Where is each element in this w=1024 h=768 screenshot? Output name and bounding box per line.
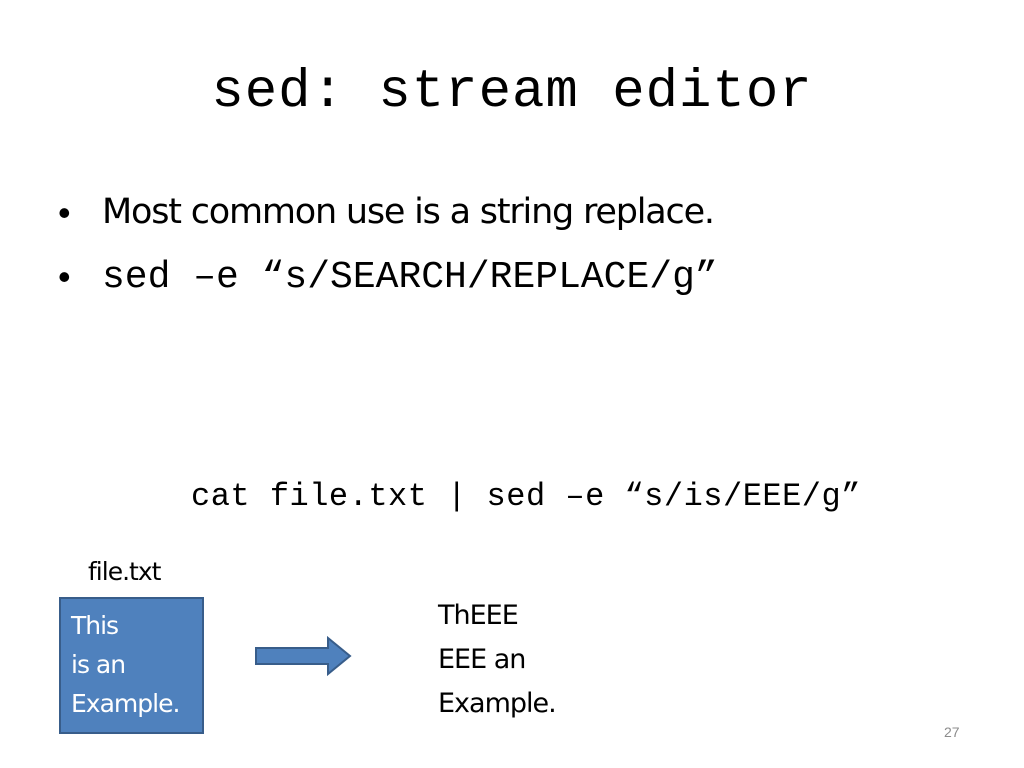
input-line: is an (71, 650, 126, 679)
input-line: This (71, 611, 119, 640)
output-line: EEE an (438, 644, 526, 675)
bullet-code: sed –e “s/SEARCH/REPLACE/g” (102, 256, 718, 299)
example-command: cat file.txt | sed –e “s/is/EEE/g” (191, 478, 861, 515)
slide-title: sed: stream editor (211, 62, 813, 123)
bullet-icon: • (58, 256, 71, 297)
bullet-icon: • (58, 192, 71, 233)
right-arrow-icon (255, 636, 352, 677)
output-line: Example. (438, 688, 557, 719)
input-file-box: This is an Example. (59, 597, 204, 734)
input-file-label: file.txt (88, 557, 161, 586)
bullet-text: Most common use is a string replace. (102, 192, 715, 232)
input-line: Example. (71, 689, 180, 718)
page-number: 27 (944, 724, 960, 740)
output-line: ThEEE (438, 600, 519, 631)
